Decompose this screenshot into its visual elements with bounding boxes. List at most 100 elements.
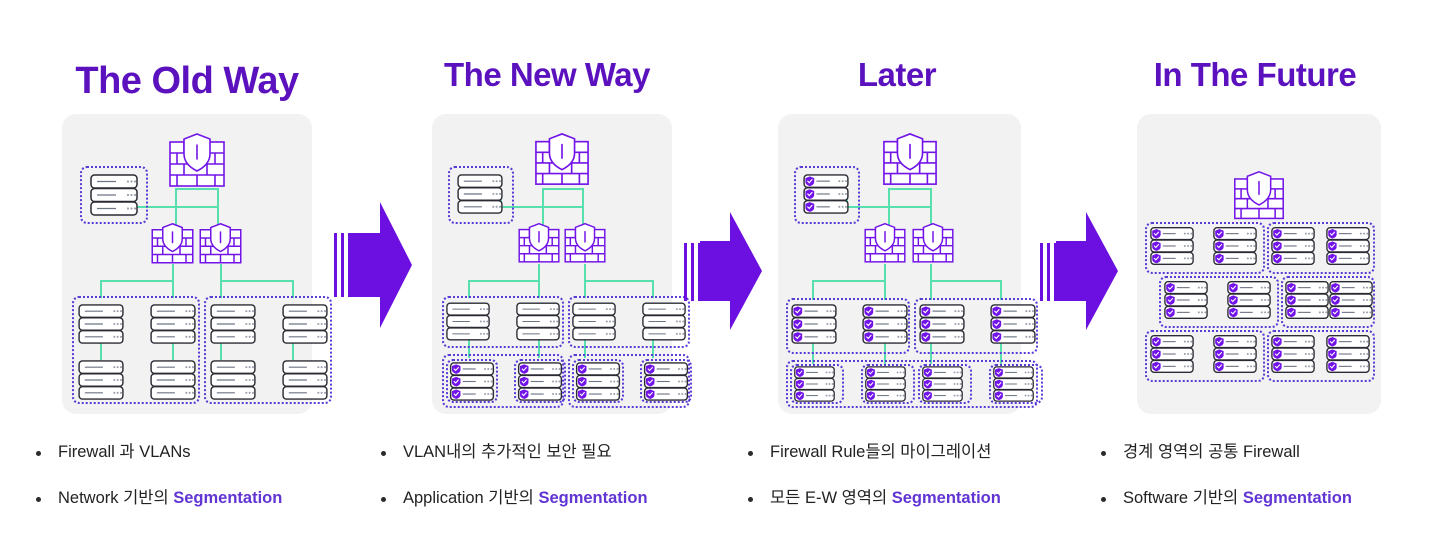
firewall-shield-icon [881,132,939,193]
secured-server-rack-icon [863,366,908,407]
shield-check-badge-icon [1331,283,1340,318]
shield-check-badge-icon [451,364,461,399]
page-title-later: Later [857,56,937,93]
secured-server-rack-icon [643,362,689,406]
firewall-shield-icon [150,222,195,271]
bullet-list-old-way: Firewall 과 VLANs Network 기반의 Segmentatio… [36,443,282,535]
secured-server-rack-icon [1271,226,1315,271]
server-rack-icon [572,302,616,346]
list-item: VLAN내의 추가적인 보안 필요 [381,443,648,463]
bullet-dot-icon [381,451,386,456]
bullet-text: 경계 영역의 공통 Firewall [1123,443,1300,461]
right-arrow-icon [1056,212,1118,330]
bullet-list-later: Firewall Rule들의 마이그레이션 모든 E-W 영역의 Segmen… [748,443,1001,535]
firewall-shield-icon [563,222,607,270]
server-rack-icon [457,174,503,219]
firewall-shield-icon [167,132,227,195]
server-rack-icon [516,302,560,346]
secured-server-rack-icon [449,362,495,406]
bullet-text: Firewall Rule들의 마이그레이션 [770,443,992,461]
arrow-new-to-later [684,212,768,330]
bullet-dot-icon [1101,451,1106,456]
shield-check-badge-icon [921,306,931,342]
list-item: 경계 영역의 공통 Firewall [1101,443,1352,463]
bullet-dot-icon [36,451,41,456]
server-rack-icon [282,360,328,405]
firewall-shield-icon [533,132,591,193]
firewall-shield-icon [1232,170,1286,227]
bullet-highlight: Segmentation [891,488,1001,507]
arrow-old-to-new [334,202,418,328]
bullet-list-new-way: VLAN내의 추가적인 보안 필요 Application 기반의 Segmen… [381,443,648,535]
shield-check-badge-icon [1152,229,1161,264]
future-network-diagram [1137,114,1381,414]
secured-server-rack-icon [1164,280,1208,325]
server-rack-icon [150,304,196,349]
secured-server-rack-icon [1227,280,1271,325]
bullet-text: Network 기반의 [58,488,174,507]
secured-server-rack-icon [803,174,849,219]
server-rack-icon [282,304,328,349]
shield-check-badge-icon [1152,337,1161,372]
secured-server-rack-icon [991,366,1036,407]
list-item: Network 기반의 Segmentation [36,489,282,509]
secured-server-rack-icon [920,366,965,407]
shield-check-badge-icon [1229,283,1238,318]
later-network-diagram [778,114,1043,414]
bullet-text: VLAN내의 추가적인 보안 필요 [403,443,612,461]
shield-check-badge-icon [577,364,587,399]
list-item: Application 기반의 Segmentation [381,489,648,509]
shield-check-badge-icon [1328,229,1337,264]
bullet-list-future: 경계 영역의 공통 Firewall Software 기반의 Segmenta… [1101,443,1352,535]
server-rack-icon [210,304,256,349]
firewall-shield-icon [198,222,243,271]
bullet-text: Application 기반의 [403,488,539,507]
old-way-network-diagram [62,114,332,414]
list-item: Firewall Rule들의 마이그레이션 [748,443,1001,463]
new-way-network-diagram [432,114,692,414]
secured-server-rack-icon [1329,280,1373,325]
right-arrow-icon [350,202,412,328]
shield-check-badge-icon [1215,229,1224,264]
slide-canvas: The Old Way The New Way Later In The Fut… [0,0,1440,557]
bullet-text: Software 기반의 [1123,488,1243,507]
shield-check-badge-icon [1287,283,1296,318]
arrow-later-to-future [1040,212,1124,330]
secured-server-rack-icon [1213,334,1257,379]
right-arrow-icon [700,212,762,330]
shield-check-badge-icon [1215,337,1224,372]
bullet-text: 모든 E-W 영역의 [770,488,892,507]
secured-server-rack-icon [1285,280,1329,325]
list-item: Software 기반의 Segmentation [1101,489,1352,509]
server-rack-icon [78,360,124,405]
list-item: 모든 E-W 영역의 Segmentation [748,489,1001,509]
shield-check-badge-icon [645,364,655,399]
shield-check-badge-icon [805,176,815,212]
server-rack-icon [446,302,490,346]
bullet-highlight: Segmentation [538,488,648,507]
firewall-shield-icon [911,222,955,270]
server-rack-icon [642,302,686,346]
shield-check-badge-icon [1328,337,1337,372]
page-title-future: In The Future [1153,56,1357,93]
page-title-old-way: The Old Way [75,60,299,102]
shield-check-badge-icon [1273,229,1282,264]
secured-server-rack-icon [1326,226,1370,271]
secured-server-rack-icon [575,362,621,406]
shield-check-badge-icon [795,368,804,401]
firewall-shield-icon [517,222,561,270]
secured-server-rack-icon [1213,226,1257,271]
shield-check-badge-icon [864,306,874,342]
shield-check-badge-icon [994,368,1003,401]
shield-check-badge-icon [992,306,1002,342]
bullet-dot-icon [381,496,386,502]
shield-check-badge-icon [1166,283,1175,318]
secured-server-rack-icon [791,304,837,349]
secured-server-rack-icon [517,362,563,406]
bullet-dot-icon [748,496,753,502]
secured-server-rack-icon [1150,226,1194,271]
bullet-dot-icon [36,496,41,502]
bullet-dot-icon [748,451,753,456]
secured-server-rack-icon [1326,334,1370,379]
secured-server-rack-icon [990,304,1036,349]
